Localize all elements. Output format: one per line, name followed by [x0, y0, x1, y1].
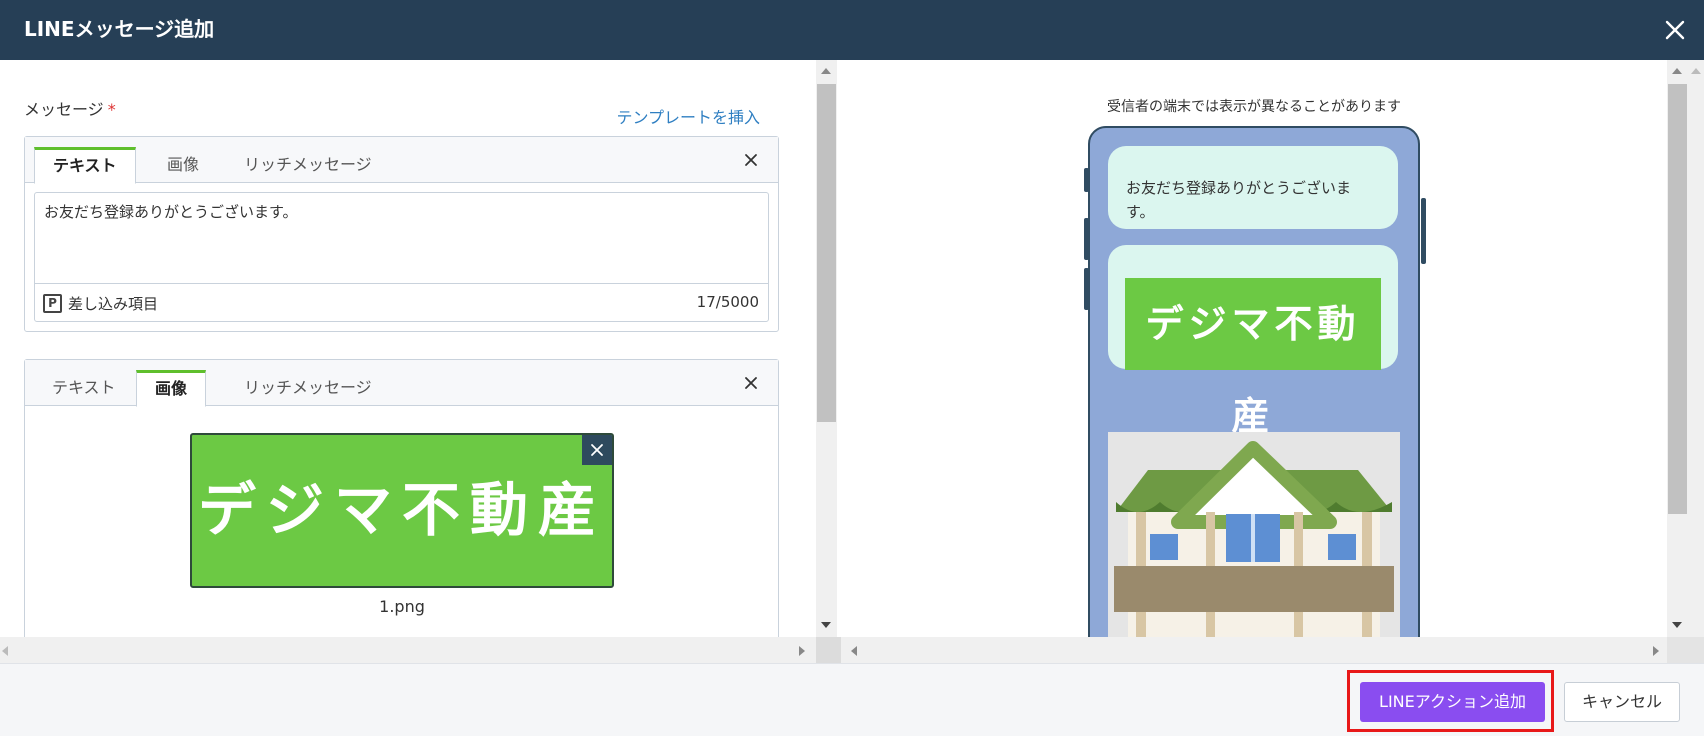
- message-label-text: メッセージ: [24, 100, 104, 119]
- insert-field-button[interactable]: 差し込み項目: [68, 293, 158, 314]
- close-icon[interactable]: [1660, 15, 1690, 45]
- editor-pane: メッセージ * テンプレートを挿入 テキスト 画像 リッチメッセージ お友だち登録…: [0, 60, 816, 637]
- house-illustration-image: [1108, 432, 1400, 637]
- image-message-card: テキスト 画像 リッチメッセージ デジマ不動産 1.png: [24, 359, 779, 637]
- scroll-corner: [1667, 637, 1704, 664]
- scroll-right-arrow-icon[interactable]: [1653, 646, 1659, 656]
- message-text: お友だち登録ありがとうございます。: [44, 203, 298, 221]
- modal-header: LINEメッセージ追加: [0, 0, 1704, 60]
- tab-text[interactable]: テキスト: [34, 370, 134, 406]
- image-logo-text: デジマ不動産: [197, 476, 606, 544]
- scroll-right-arrow-icon[interactable]: [799, 646, 805, 656]
- remove-card-icon[interactable]: [742, 374, 760, 392]
- tab-image[interactable]: 画像: [149, 147, 217, 183]
- scroll-down-arrow-icon[interactable]: [821, 622, 831, 628]
- scroll-corner: [816, 637, 841, 664]
- text-message-card: テキスト 画像 リッチメッセージ お友だち登録ありがとうございます。 P 差し込…: [24, 136, 779, 332]
- scroll-left-arrow-icon[interactable]: [851, 646, 857, 656]
- tab-rich-message[interactable]: リッチメッセージ: [226, 147, 390, 183]
- image-message-bubble: デジマ不動産: [1108, 245, 1398, 438]
- insert-template-link[interactable]: テンプレートを挿入: [616, 104, 760, 128]
- message-textarea[interactable]: お友だち登録ありがとうございます。 P 差し込み項目 17/5000: [34, 192, 769, 322]
- tab-rich-message[interactable]: リッチメッセージ: [226, 370, 390, 406]
- text-message-bubble: お友だち登録ありがとうございます。: [1108, 146, 1398, 229]
- phone-side-button: [1084, 218, 1089, 260]
- tab-text[interactable]: テキスト: [34, 147, 136, 184]
- phone-side-button: [1084, 268, 1089, 310]
- bubble-image: デジマ不動産: [1125, 278, 1381, 438]
- message-type-tabs: テキスト 画像 リッチメッセージ: [25, 360, 778, 407]
- scroll-up-arrow-icon[interactable]: [821, 68, 831, 74]
- editor-vertical-scrollbar[interactable]: [816, 60, 837, 637]
- preview-note: 受信者の端末では表示が異なることがあります: [1107, 99, 1401, 115]
- scrollbar-thumb[interactable]: [817, 84, 836, 422]
- bubble-text: お友だち登録ありがとうございます。: [1126, 179, 1352, 221]
- scroll-down-arrow-icon[interactable]: [1672, 622, 1682, 628]
- phone-side-button: [1084, 168, 1089, 192]
- modal-footer: LINEアクション追加 キャンセル: [0, 663, 1704, 736]
- scrollbar-thumb[interactable]: [1668, 84, 1687, 514]
- phone-preview: お友だち登録ありがとうございます。 デジマ不動産: [1084, 126, 1426, 637]
- preview-horizontal-scrollbar[interactable]: [841, 637, 1667, 664]
- uploaded-image-thumbnail[interactable]: デジマ不動産: [190, 433, 614, 588]
- message-type-tabs: テキスト 画像 リッチメッセージ: [25, 137, 778, 184]
- image-file-name: 1.png: [379, 597, 425, 616]
- bubble-image-logo-text: デジマ不動産: [1145, 301, 1361, 438]
- phone-side-button: [1421, 198, 1426, 264]
- message-label: メッセージ *: [24, 96, 116, 120]
- scroll-up-arrow-icon[interactable]: [1672, 68, 1682, 74]
- scroll-left-arrow-icon[interactable]: [2, 646, 8, 656]
- textarea-footer: P 差し込み項目 17/5000: [35, 283, 768, 321]
- modal-title: LINEメッセージ追加: [24, 17, 215, 41]
- scroll-up-arrow-icon[interactable]: [1691, 68, 1701, 74]
- cancel-button[interactable]: キャンセル: [1564, 682, 1680, 722]
- add-line-action-button[interactable]: LINEアクション追加: [1360, 682, 1545, 722]
- insert-field-icon[interactable]: P: [43, 294, 62, 313]
- outer-scrollbar[interactable]: [1688, 60, 1704, 637]
- tab-image[interactable]: 画像: [136, 370, 207, 407]
- required-mark: *: [107, 100, 116, 119]
- remove-card-icon[interactable]: [742, 151, 760, 169]
- remove-image-icon[interactable]: [582, 435, 612, 465]
- preview-vertical-scrollbar[interactable]: [1667, 60, 1688, 637]
- editor-horizontal-scrollbar[interactable]: [0, 637, 816, 664]
- preview-pane: 受信者の端末では表示が異なることがあります お友だち登録ありがとうございます。 …: [841, 60, 1667, 637]
- char-counter: 17/5000: [696, 293, 759, 311]
